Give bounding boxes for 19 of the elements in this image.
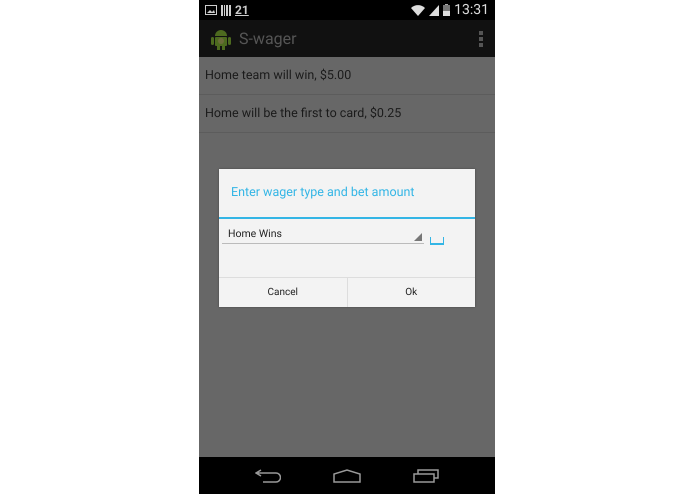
wifi-icon bbox=[411, 4, 426, 16]
back-icon[interactable] bbox=[255, 468, 281, 482]
dropdown-corner-icon bbox=[414, 233, 422, 241]
image-icon bbox=[205, 5, 217, 15]
bet-amount-field[interactable] bbox=[430, 237, 444, 245]
dialog-button[interactable]: Cancel bbox=[219, 278, 348, 307]
dialog-title: Enter wager type and bet amount bbox=[219, 169, 475, 219]
home-icon[interactable] bbox=[333, 468, 361, 482]
overflow-menu-icon[interactable] bbox=[479, 30, 483, 46]
wager-type-dropdown[interactable]: Home Wins bbox=[222, 227, 424, 244]
clock-time: 13:31 bbox=[454, 2, 489, 18]
barcode-icon bbox=[221, 4, 231, 16]
robot-icon bbox=[211, 28, 231, 50]
app-title: S-wager bbox=[239, 29, 298, 48]
signal-icon bbox=[429, 4, 440, 16]
recent-apps-icon[interactable] bbox=[413, 468, 439, 482]
battery-icon bbox=[443, 4, 450, 16]
dialog-button[interactable]: Ok bbox=[348, 278, 475, 307]
notification-number: 21 bbox=[235, 3, 249, 17]
